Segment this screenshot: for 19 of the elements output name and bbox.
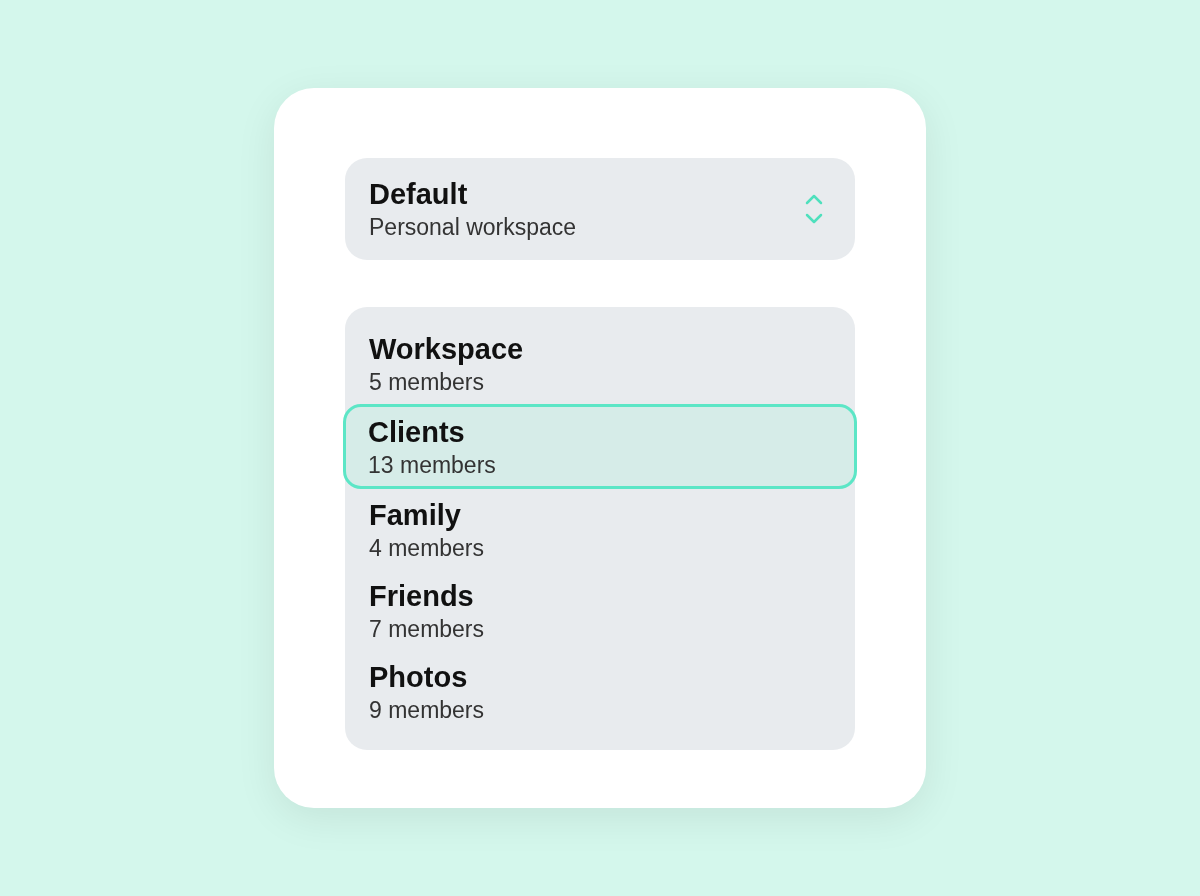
group-item[interactable]: Photos 9 members (345, 651, 855, 732)
group-name: Clients (368, 414, 466, 450)
up-down-chevron-icon (805, 194, 823, 224)
member-count: 13 members (368, 450, 497, 480)
workspace-subtitle: Personal workspace (369, 213, 577, 242)
group-name: Photos (369, 659, 469, 695)
group-item[interactable]: Family 4 members (345, 489, 855, 570)
group-name: Family (369, 497, 462, 533)
group-name: Friends (369, 578, 475, 614)
group-name: Workspace (369, 331, 525, 367)
workspace-title: Default (369, 177, 469, 212)
member-count: 5 members (369, 367, 486, 397)
member-count: 9 members (369, 695, 486, 725)
member-count: 7 members (369, 614, 486, 644)
group-item[interactable]: Clients 13 members (343, 404, 857, 489)
group-item[interactable]: Workspace 5 members (345, 323, 855, 404)
workspace-selector[interactable]: Default Personal workspace (345, 158, 855, 260)
group-item[interactable]: Friends 7 members (345, 570, 855, 651)
member-count: 4 members (369, 533, 486, 563)
